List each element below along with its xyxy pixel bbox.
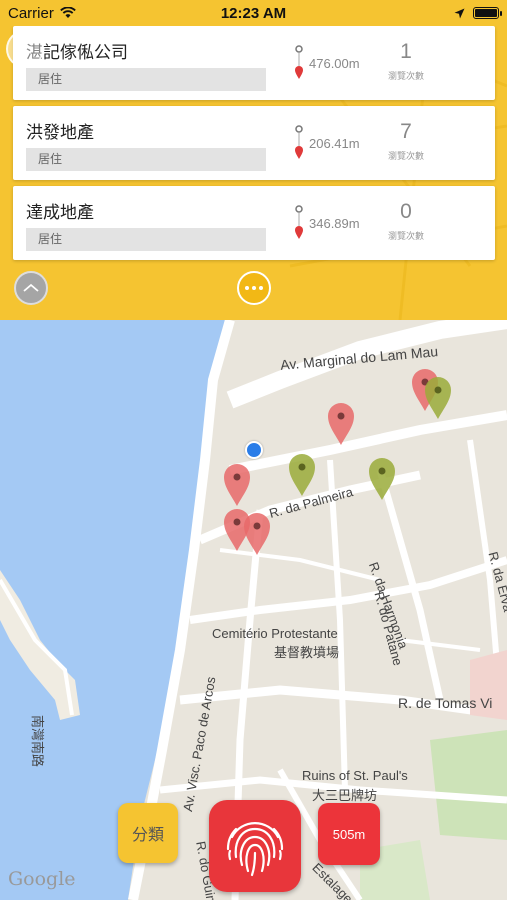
listing-name: 達成地產: [26, 203, 94, 222]
radius-button-label: 505m: [332, 826, 366, 842]
park-area: [430, 730, 507, 840]
corner-badge[interactable]: [6, 30, 44, 68]
more-button[interactable]: [237, 271, 271, 305]
more-dot-icon: [245, 286, 249, 290]
collapse-button[interactable]: [14, 271, 48, 305]
water-area: [0, 320, 230, 900]
listing-distance: 206.41m: [309, 136, 360, 151]
road: [327, 459, 348, 791]
view-count-label: 瀏覽次數: [387, 231, 424, 241]
road: [189, 556, 507, 624]
listing-distance: 346.89m: [309, 216, 360, 231]
view-count-label: 瀏覽次數: [387, 71, 424, 81]
listing-pin-green[interactable]: [288, 453, 316, 497]
listing-pin-red[interactable]: [327, 402, 355, 446]
place-label: 基督教墳場: [274, 645, 340, 660]
listing-distance: 476.00m: [309, 56, 360, 71]
listing-card[interactable]: 達成地產 居住 346.89m 0 瀏覽次數: [13, 186, 495, 260]
chevron-up-icon: [23, 283, 39, 292]
battery-fill: [475, 9, 497, 17]
fingerprint-button[interactable]: [209, 800, 301, 892]
listing-category: 居住: [26, 228, 266, 251]
clock: 12:23 AM: [220, 4, 287, 22]
carrier-label: Carrier: [8, 4, 54, 22]
listing-pin-green[interactable]: [424, 376, 452, 420]
listing-panel: 湛記傢俬公司 居住 476.00m 1 瀏覽次數 洪發地產 居住 206.41m…: [0, 26, 507, 320]
road: [399, 638, 481, 652]
place-label: 大三巴牌坊: [312, 788, 378, 803]
status-left: Carrier: [8, 5, 76, 22]
view-count: 7: [400, 120, 412, 143]
listing-pin-red[interactable]: [243, 512, 271, 556]
listing-card[interactable]: 湛記傢俬公司 居住 476.00m 1 瀏覽次數: [13, 26, 495, 100]
place-label: Ruins of St. Paul's: [302, 768, 408, 783]
status-bar: Carrier 12:23 AM: [0, 0, 507, 26]
view-count: 1: [400, 40, 412, 63]
google-logo: Google: [8, 868, 76, 890]
radius-button[interactable]: 505m: [318, 803, 380, 865]
listing-pin-green[interactable]: [368, 457, 396, 501]
view-count-label: 瀏覽次數: [387, 151, 424, 161]
wifi-icon: [60, 7, 76, 18]
street-label: 南灣南路: [30, 715, 45, 768]
route-icon: [295, 45, 303, 79]
listing-pin-red[interactable]: [223, 463, 251, 507]
route-icon: [295, 205, 303, 239]
place-label: Cemitério Protestante: [212, 626, 338, 641]
route-icon: [295, 125, 303, 159]
street-label: R. de Tomas Vi: [398, 695, 493, 711]
listing-card[interactable]: 洪發地產 居住 206.41m 7 瀏覽次數: [13, 106, 495, 180]
category-button-label: 分類: [131, 827, 164, 844]
category-button[interactable]: 分類: [118, 803, 178, 863]
user-location-dot: [245, 441, 263, 459]
location-arrow-icon: [454, 8, 465, 18]
status-right: [454, 7, 502, 19]
listing-category: 居住: [26, 148, 266, 171]
fingerprint-icon: [226, 822, 284, 877]
listing-category: 居住: [26, 68, 266, 91]
more-dot-icon: [259, 286, 263, 290]
listing-name: 洪發地產: [26, 123, 94, 142]
battery-icon: [473, 7, 502, 19]
view-count: 0: [400, 200, 412, 223]
more-dot-icon: [252, 286, 256, 290]
